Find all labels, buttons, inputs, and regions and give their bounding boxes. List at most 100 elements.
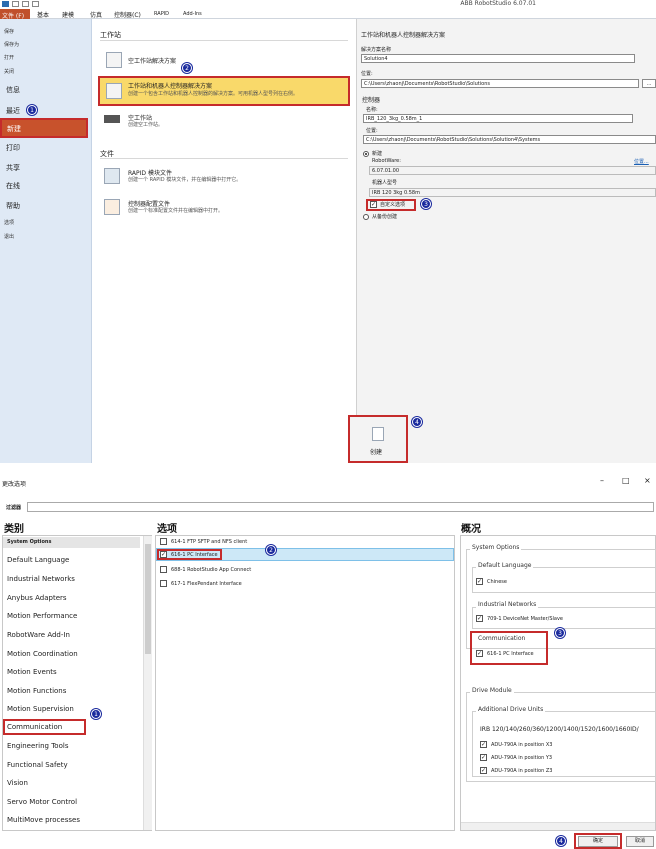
nav-online[interactable]: 在线 bbox=[6, 181, 20, 191]
controller-name-input[interactable]: IRB_120_3kg_0.58m_1 bbox=[363, 114, 633, 123]
solution-name-input[interactable]: Solution4 bbox=[361, 54, 635, 63]
ov-adu-y3-label: ADU-790A in position Y3 bbox=[491, 755, 553, 761]
ov-adu-z3-label: ADU-790A in position Z3 bbox=[491, 768, 553, 774]
category-robotware-addin[interactable]: RobotWare Add-In bbox=[7, 631, 70, 639]
config-file-icon bbox=[104, 199, 120, 215]
nav-save[interactable]: 保存 bbox=[4, 28, 14, 35]
nav-recent[interactable]: 最近 bbox=[6, 106, 20, 116]
save-icon[interactable] bbox=[2, 1, 9, 7]
step-badge-3: 3 bbox=[555, 628, 565, 638]
category-system-options[interactable]: System Options bbox=[7, 539, 51, 545]
change-options-dialog: 更改选项 – □ × 过滤器 类别 选项 概况 System Options D… bbox=[0, 475, 656, 849]
option-checkbox-614[interactable] bbox=[160, 538, 167, 545]
category-communication[interactable]: Communication bbox=[7, 723, 62, 731]
nav-close[interactable]: 关闭 bbox=[4, 68, 14, 75]
option-checkbox-616[interactable]: ✓ bbox=[160, 551, 167, 558]
category-motion-functions[interactable]: Motion Functions bbox=[7, 687, 66, 695]
category-motion-supervision[interactable]: Motion Supervision bbox=[7, 705, 74, 713]
custom-options-label: 自定义选项 bbox=[380, 202, 406, 208]
robot-model-select[interactable]: IRB 120 3kg 0.58m bbox=[369, 188, 656, 197]
browse-button[interactable]: ... bbox=[642, 79, 656, 88]
category-motion-coordination[interactable]: Motion Coordination bbox=[7, 650, 78, 658]
ov-drive-module-title: Drive Module bbox=[470, 687, 514, 694]
category-functional-safety[interactable]: Functional Safety bbox=[7, 761, 68, 769]
cancel-button[interactable]: 取消 bbox=[626, 836, 654, 847]
option-616-label: 616-1 PC Interface bbox=[171, 552, 218, 558]
nav-info[interactable]: 信息 bbox=[6, 85, 20, 95]
category-anybus-adapters[interactable]: Anybus Adapters bbox=[7, 594, 67, 602]
empty-station-icon bbox=[104, 115, 120, 123]
category-motion-performance[interactable]: Motion Performance bbox=[7, 612, 77, 620]
tab-modeling[interactable]: 建模 bbox=[62, 10, 74, 19]
backstage-nav: 保存 保存为 打开 关闭 信息 最近 1 打印 共享 在线 帮助 选项 退出 bbox=[0, 19, 92, 463]
tab-addins[interactable]: Add-Ins bbox=[183, 11, 202, 17]
robotware-select[interactable]: 6.07.01.00 bbox=[369, 166, 656, 175]
controller-location-input[interactable]: C:\Users\zhaonj\Documents\RobotStudio\So… bbox=[363, 135, 656, 144]
tab-file[interactable]: 文件 (F) bbox=[0, 9, 30, 20]
form-title: 工作站和机器人控制器解决方案 bbox=[361, 32, 446, 39]
ov-communication-title: Communication bbox=[478, 635, 526, 642]
ov-adu-x3-checkbox: ✓ bbox=[480, 741, 487, 748]
nav-new[interactable]: 新建 bbox=[0, 118, 88, 138]
ov-adu-y3-checkbox: ✓ bbox=[480, 754, 487, 761]
category-vision[interactable]: Vision bbox=[7, 779, 28, 787]
category-multimove[interactable]: MultiMove processes bbox=[7, 816, 80, 824]
tab-simulation[interactable]: 仿真 bbox=[90, 10, 102, 19]
ok-button[interactable]: 确定 bbox=[578, 836, 618, 847]
category-industrial-networks[interactable]: Industrial Networks bbox=[7, 575, 75, 583]
overview-header: 概况 bbox=[461, 524, 481, 535]
scroll-thumb[interactable] bbox=[145, 544, 151, 654]
custom-options-checkbox[interactable]: ✓ bbox=[370, 201, 377, 208]
controller-location-label: 位置: bbox=[366, 128, 378, 134]
empty-solution-icon bbox=[106, 52, 122, 68]
new-radio-label: 新建 bbox=[372, 151, 383, 157]
location-label: 位置: bbox=[361, 71, 373, 77]
ribbon-tabs: 基本 建模 仿真 控制器(C) RAPID Add-Ins bbox=[0, 9, 656, 19]
new-radio[interactable] bbox=[363, 151, 369, 157]
nav-print[interactable]: 打印 bbox=[6, 143, 20, 153]
create-label: 创建 bbox=[370, 449, 383, 456]
from-backup-radio[interactable] bbox=[363, 214, 369, 220]
minimize-icon[interactable]: – bbox=[600, 476, 604, 485]
close-icon[interactable]: × bbox=[644, 476, 651, 485]
category-scrollbar[interactable] bbox=[143, 536, 152, 830]
ov-adu-title: Additional Drive Units bbox=[476, 706, 546, 713]
nav-options[interactable]: 选项 bbox=[4, 219, 14, 226]
tab-rapid[interactable]: RAPID bbox=[154, 11, 169, 17]
redo-icon[interactable] bbox=[22, 1, 29, 7]
nav-save-as[interactable]: 保存为 bbox=[4, 41, 19, 48]
category-servo-motor-control[interactable]: Servo Motor Control bbox=[7, 798, 77, 806]
overview-hscrollbar[interactable] bbox=[461, 822, 655, 830]
location-input[interactable]: C:\Users\zhaonj\Documents\RobotStudio\So… bbox=[361, 79, 639, 88]
app-title: ABB RobotStudio 6.07.01 bbox=[460, 0, 536, 7]
nav-open[interactable]: 打开 bbox=[4, 54, 14, 61]
ov-system-options-title: System Options bbox=[470, 544, 522, 551]
rapid-file-desc: 创建一个 RAPID 模块文件，并在编辑器中打开它。 bbox=[128, 177, 242, 183]
ov-adu-x3-label: ADU-790A in position X3 bbox=[491, 742, 553, 748]
nav-exit[interactable]: 退出 bbox=[4, 233, 14, 240]
robotware-location-link[interactable]: 位置... bbox=[634, 158, 649, 165]
maximize-icon[interactable]: □ bbox=[622, 476, 630, 485]
empty-solution-title[interactable]: 空工作站解决方案 bbox=[128, 56, 176, 65]
category-engineering-tools[interactable]: Engineering Tools bbox=[7, 742, 68, 750]
tab-controller[interactable]: 控制器(C) bbox=[114, 10, 141, 19]
create-button[interactable]: 创建 bbox=[348, 415, 408, 463]
filter-input[interactable] bbox=[27, 502, 654, 512]
tab-basic[interactable]: 基本 bbox=[37, 10, 49, 19]
customize-icon[interactable] bbox=[32, 1, 39, 7]
nav-help[interactable]: 帮助 bbox=[6, 201, 20, 211]
option-614-label: 614-1 FTP SFTP and NFS client bbox=[171, 539, 248, 545]
option-checkbox-617[interactable] bbox=[160, 580, 167, 587]
undo-icon[interactable] bbox=[12, 1, 19, 7]
ov-default-language-title: Default Language bbox=[476, 562, 534, 569]
category-header: 类别 bbox=[4, 524, 24, 535]
robotware-label: RobotWare: bbox=[372, 158, 401, 164]
options-list bbox=[155, 535, 455, 831]
category-motion-events[interactable]: Motion Events bbox=[7, 668, 57, 676]
model-label: 机器人型号 bbox=[372, 180, 398, 186]
option-checkbox-688[interactable] bbox=[160, 566, 167, 573]
nav-share[interactable]: 共享 bbox=[6, 163, 20, 173]
category-default-language[interactable]: Default Language bbox=[7, 556, 69, 564]
dialog-title: 更改选项 bbox=[2, 481, 27, 488]
new-document-icon bbox=[372, 427, 384, 441]
